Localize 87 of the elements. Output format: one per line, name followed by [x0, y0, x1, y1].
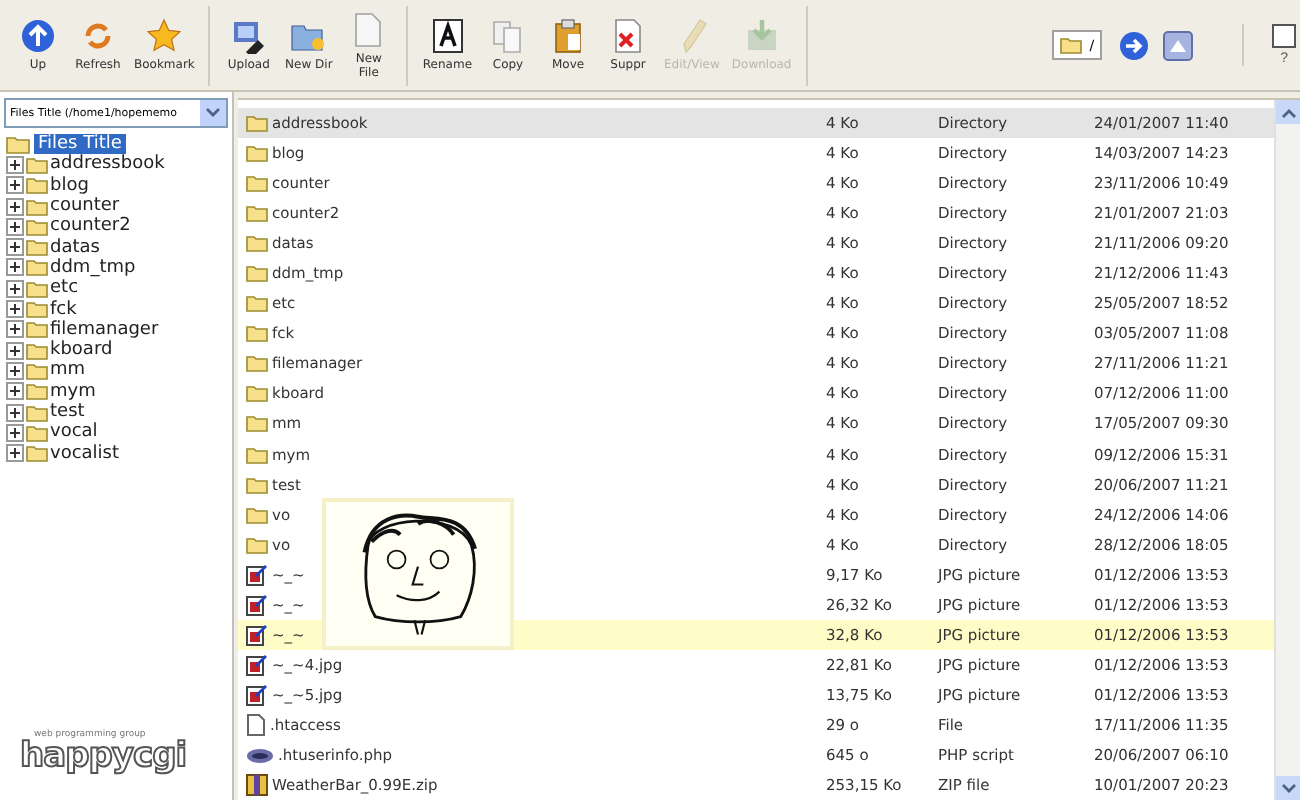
folder-icon [26, 403, 48, 421]
folder-icon [26, 279, 48, 298]
tree-item[interactable]: counter2 [50, 216, 131, 237]
folder-icon [26, 238, 48, 257]
file-icon [246, 713, 266, 736]
folder-icon [26, 341, 48, 360]
folder-icon [246, 114, 268, 133]
tree-item[interactable]: fck [50, 299, 77, 320]
folder-icon [26, 258, 48, 277]
tree-item[interactable]: Files Title [34, 134, 126, 155]
expand-icon[interactable] [6, 176, 24, 195]
folder-icon [26, 176, 48, 195]
image-file-icon [246, 563, 268, 586]
php-file-icon [246, 747, 274, 763]
expand-icon[interactable] [6, 444, 24, 463]
tree-item[interactable]: blog [50, 175, 89, 196]
image-file-icon [246, 683, 268, 706]
folder-icon [26, 320, 48, 339]
expand-icon[interactable] [6, 341, 24, 360]
rename-icon [429, 18, 466, 54]
folder-icon [26, 217, 48, 236]
expand-icon[interactable] [6, 155, 24, 174]
folder-icon [26, 444, 48, 463]
clipboard-icon [550, 18, 587, 54]
expand-icon[interactable] [6, 423, 24, 442]
folder-icon [246, 414, 268, 433]
folder-icon [26, 423, 48, 442]
folder-icon [246, 174, 268, 193]
expand-icon[interactable] [6, 258, 24, 277]
scroll-up-icon [1281, 107, 1295, 117]
new-file-icon [350, 11, 387, 47]
expand-icon[interactable] [6, 320, 24, 339]
expand-icon[interactable] [6, 382, 24, 401]
folder-icon [26, 197, 48, 216]
folder-icon [246, 505, 268, 524]
upload-icon [230, 18, 267, 54]
tree-item[interactable]: vocal [50, 422, 98, 443]
folder-icon [26, 361, 48, 380]
logo: happycgi [20, 740, 189, 772]
folder-icon [246, 234, 268, 253]
download-icon [743, 18, 780, 54]
image-file-icon [246, 653, 268, 676]
scroll-down-icon [1281, 783, 1295, 793]
tree-item[interactable]: filemanager [50, 319, 159, 340]
expand-icon[interactable] [6, 238, 24, 257]
image-file-icon [246, 623, 268, 646]
tree-item[interactable]: datas [50, 237, 100, 258]
folder-icon [26, 300, 48, 319]
delete-file-icon [610, 18, 647, 54]
folder-icon [246, 475, 268, 494]
zip-file-icon [246, 774, 268, 797]
tree-item[interactable]: kboard [50, 340, 113, 361]
tree-item[interactable]: mm [50, 360, 86, 381]
star-icon [146, 18, 183, 54]
open-folder-icon [6, 135, 32, 154]
tree-item[interactable]: mym [50, 381, 96, 402]
tree-item[interactable]: ddm_tmp [50, 257, 136, 278]
expand-icon[interactable] [6, 300, 24, 319]
folder-icon [246, 535, 268, 554]
folder-icon [26, 382, 48, 401]
folder-icon [246, 144, 268, 163]
folder-icon [246, 294, 268, 313]
expand-icon[interactable] [6, 197, 24, 216]
expand-icon[interactable] [6, 361, 24, 380]
tree-item[interactable]: etc [50, 278, 79, 299]
go-button[interactable] [1118, 29, 1151, 61]
folder-icon [246, 264, 268, 283]
folder-icon [26, 155, 48, 174]
tree-item[interactable]: addressbook [50, 154, 165, 175]
folder-icon [246, 445, 268, 464]
expand-icon[interactable] [6, 217, 24, 236]
expand-icon[interactable] [6, 403, 24, 421]
folder-icon [1059, 36, 1082, 54]
folder-icon [246, 204, 268, 223]
tool-button[interactable] [1162, 29, 1195, 61]
tree-item[interactable]: vocalist [50, 443, 120, 464]
image-file-icon [246, 593, 268, 616]
scrollbar[interactable] [1274, 100, 1300, 800]
tree-item[interactable]: counter [50, 196, 120, 217]
refresh-icon [80, 18, 116, 54]
folder-icon [246, 324, 268, 343]
tree-item[interactable]: test [50, 402, 85, 422]
folder-icon [246, 384, 268, 403]
folder-icon [246, 354, 268, 373]
expand-icon[interactable] [6, 279, 24, 298]
checkbox-icon [1272, 24, 1297, 48]
copy-icon [490, 18, 527, 54]
